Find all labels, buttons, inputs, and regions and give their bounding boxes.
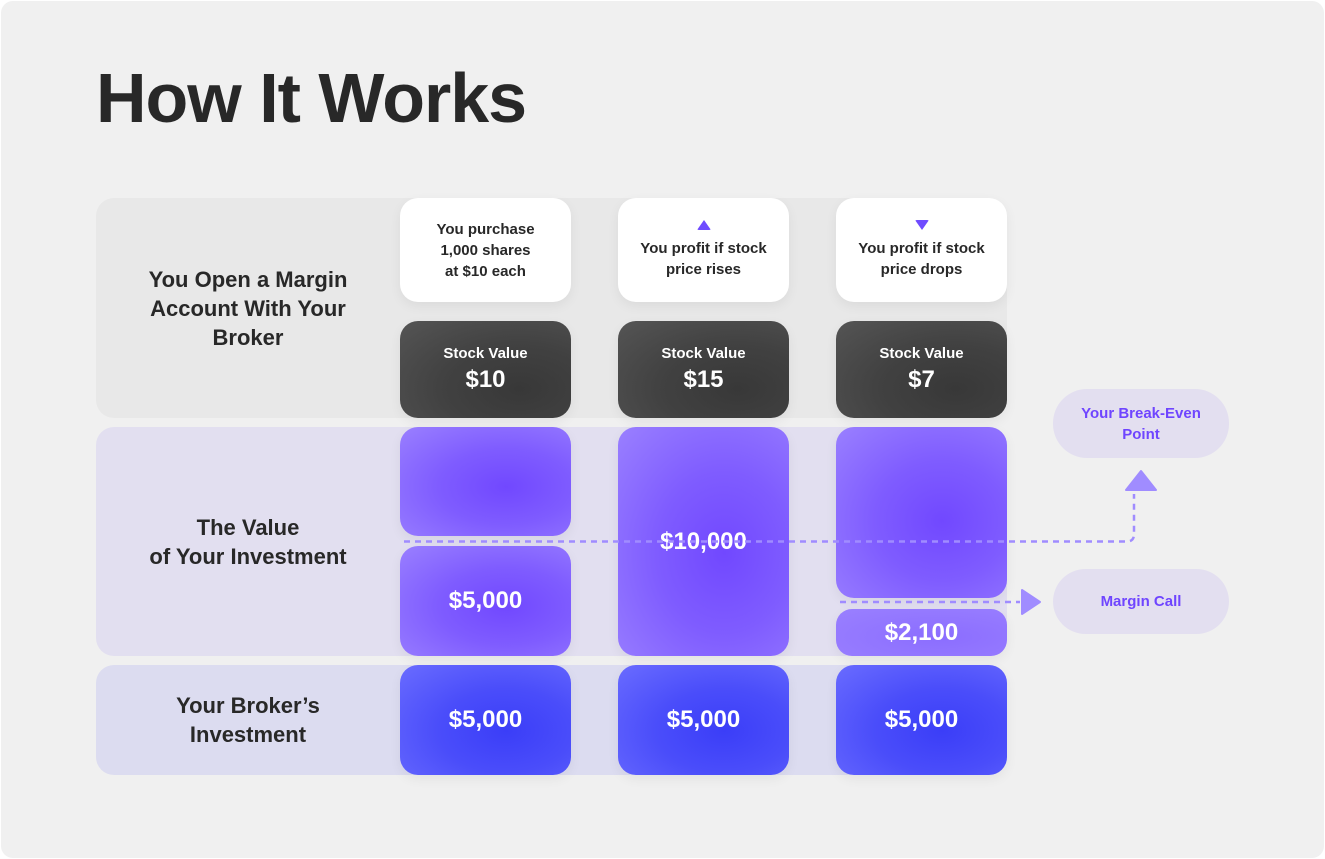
stock-value: $15 [683, 365, 724, 393]
broker-investment-value: $5,000 [884, 706, 959, 733]
description-line: at $10 each [445, 262, 526, 280]
scenario-description-card: You purchase 1,000 shares at $10 each [400, 198, 571, 302]
row-label-line: Account With Your [150, 295, 346, 321]
row-label: You Open a Margin Account With Your Brok… [96, 198, 400, 418]
your-investment-block: $2,100 [836, 609, 1007, 656]
row-label-line: Investment [189, 722, 307, 747]
your-investment-block: $5,000 [400, 546, 571, 656]
stock-value: $7 [908, 365, 935, 393]
scenario-description-card: You profit if stock price rises [618, 198, 789, 302]
margin-call-callout: Margin Call [1053, 569, 1229, 634]
callout-line: Point [1122, 425, 1160, 443]
description-line: price rises [665, 261, 742, 278]
your-investment-block: $10,000 [618, 427, 789, 656]
description-line: 1,000 shares [440, 241, 531, 259]
your-investment-value: $5,000 [448, 587, 523, 614]
description-line: You profit if stock [858, 240, 985, 257]
investment-upper-block [400, 427, 571, 536]
stock-value-card: Stock Value $15 [618, 321, 789, 418]
your-investment-value: $2,100 [884, 618, 959, 646]
stock-value-label: Stock Value [443, 344, 528, 362]
stock-value-label: Stock Value [661, 344, 746, 362]
stock-value-card: Stock Value $10 [400, 321, 571, 418]
row-label-line: Broker [212, 324, 284, 350]
broker-investment-value: $5,000 [448, 706, 523, 733]
broker-investment-block: $5,000 [400, 665, 571, 775]
row-label-line: You Open a Margin [148, 266, 348, 292]
row-label-line: of Your Investment [149, 543, 347, 569]
description-line: You profit if stock [640, 240, 767, 257]
stock-value-card: Stock Value $7 [836, 321, 1007, 418]
broker-investment-value: $5,000 [666, 706, 741, 733]
row-label: The Value of Your Investment [96, 427, 400, 656]
your-investment-value: $10,000 [660, 527, 747, 555]
callout-line: Your Break-Even [1081, 404, 1201, 422]
break-even-point-callout: Your Break-Even Point [1053, 389, 1229, 458]
description-line: You purchase [436, 220, 535, 238]
scenario-description-card: You profit if stock price drops [836, 198, 1007, 302]
description-line: price drops [880, 261, 963, 278]
triangle-up-icon [696, 220, 711, 230]
broker-investment-block: $5,000 [836, 665, 1007, 775]
row-label: Your Broker’s Investment [96, 665, 400, 775]
row-label-line: Your Broker’s [176, 693, 320, 718]
stock-value: $10 [465, 365, 506, 393]
page-title: How It Works [96, 59, 527, 137]
stock-value-label: Stock Value [879, 344, 964, 362]
broker-investment-block: $5,000 [618, 665, 789, 775]
row-label-line: The Value [196, 514, 300, 540]
callout-label: Margin Call [1100, 593, 1182, 610]
investment-upper-block [836, 427, 1007, 598]
triangle-down-icon [914, 220, 929, 230]
